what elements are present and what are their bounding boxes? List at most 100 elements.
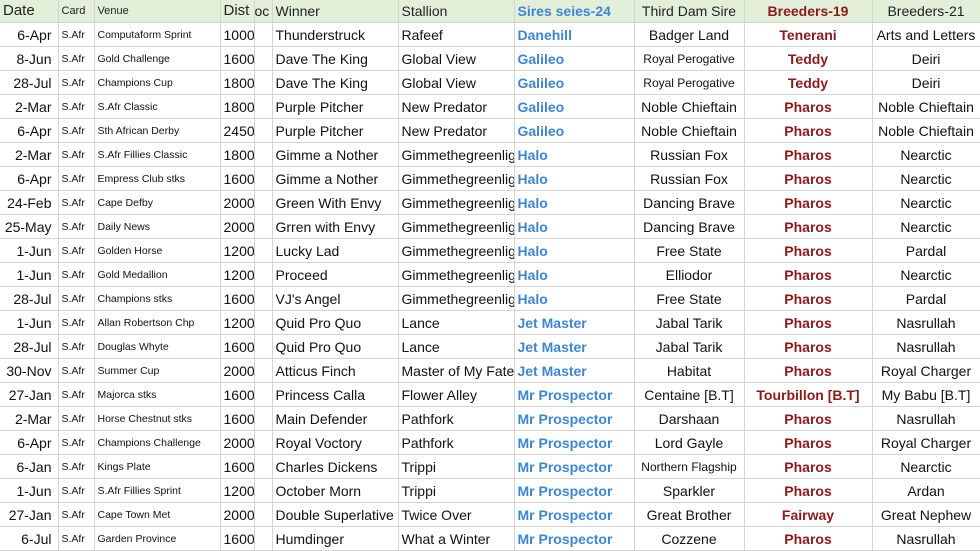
cell-date[interactable]: 2-Mar bbox=[0, 142, 59, 167]
cell-dist[interactable]: 2000 bbox=[220, 502, 255, 527]
cell-stallion[interactable]: Lance bbox=[398, 310, 515, 335]
cell-card[interactable]: S.Afr bbox=[58, 22, 95, 47]
cell-sire[interactable]: Mr Prospector bbox=[514, 430, 635, 455]
cell-third-dam-sire[interactable]: Dancing Brave bbox=[634, 214, 745, 239]
cell-date[interactable]: 27-Jan bbox=[0, 382, 59, 407]
cell-venue[interactable]: Horse Chestnut stks bbox=[94, 406, 221, 431]
cell-sire[interactable]: Mr Prospector bbox=[514, 382, 635, 407]
cell-breeders-21[interactable]: Arts and Letters bbox=[872, 22, 980, 47]
cell-sire[interactable]: Jet Master bbox=[514, 310, 635, 335]
cell-date[interactable]: 6-Jan bbox=[0, 454, 59, 479]
cell-venue[interactable]: S.Afr Fillies Sprint bbox=[94, 478, 221, 503]
cell-breeders-21[interactable]: My Babu [B.T] bbox=[872, 382, 980, 407]
cell-third-dam-sire[interactable]: Northern Flagship bbox=[634, 454, 745, 479]
cell-winner[interactable]: Quid Pro Quo bbox=[272, 310, 399, 335]
cell-oc[interactable] bbox=[254, 478, 273, 503]
cell-winner[interactable]: Royal Voctory bbox=[272, 430, 399, 455]
cell-sire[interactable]: Jet Master bbox=[514, 358, 635, 383]
cell-third-dam-sire[interactable]: Jabal Tarik bbox=[634, 334, 745, 359]
col-header-sires[interactable]: Sires seies-24 bbox=[514, 0, 635, 23]
cell-winner[interactable]: Gimme a Nother bbox=[272, 166, 399, 191]
cell-venue[interactable]: S.Afr Classic bbox=[94, 94, 221, 119]
cell-breeders-21[interactable]: Nearctic bbox=[872, 190, 980, 215]
cell-breeders-19[interactable]: Pharos bbox=[744, 358, 873, 383]
cell-third-dam-sire[interactable]: Centaine [B.T] bbox=[634, 382, 745, 407]
cell-stallion[interactable]: Gimmethegreenlight bbox=[398, 238, 515, 263]
cell-breeders-19[interactable]: Tourbillon [B.T] bbox=[744, 382, 873, 407]
cell-breeders-19[interactable]: Pharos bbox=[744, 310, 873, 335]
cell-venue[interactable]: Cape Defby bbox=[94, 190, 221, 215]
cell-card[interactable]: S.Afr bbox=[58, 310, 95, 335]
cell-breeders-19[interactable]: Pharos bbox=[744, 478, 873, 503]
cell-dist[interactable]: 1000 bbox=[220, 22, 255, 47]
cell-venue[interactable]: Cape Town Met bbox=[94, 502, 221, 527]
cell-third-dam-sire[interactable]: Russian Fox bbox=[634, 166, 745, 191]
cell-card[interactable]: S.Afr bbox=[58, 142, 95, 167]
col-header-breeders-21[interactable]: Breeders-21 bbox=[872, 0, 980, 23]
cell-venue[interactable]: Golden Horse bbox=[94, 238, 221, 263]
cell-stallion[interactable]: Pathfork bbox=[398, 430, 515, 455]
cell-breeders-19[interactable]: Pharos bbox=[744, 454, 873, 479]
cell-winner[interactable]: Charles Dickens bbox=[272, 454, 399, 479]
cell-date[interactable]: 6-Jul bbox=[0, 526, 59, 551]
cell-winner[interactable]: Purple Pitcher bbox=[272, 94, 399, 119]
cell-winner[interactable]: Dave The King bbox=[272, 46, 399, 71]
cell-venue[interactable]: Douglas Whyte bbox=[94, 334, 221, 359]
cell-oc[interactable] bbox=[254, 142, 273, 167]
cell-date[interactable]: 24-Feb bbox=[0, 190, 59, 215]
cell-sire[interactable]: Galileo bbox=[514, 46, 635, 71]
cell-dist[interactable]: 1200 bbox=[220, 478, 255, 503]
cell-breeders-19[interactable]: Pharos bbox=[744, 286, 873, 311]
cell-breeders-19[interactable]: Pharos bbox=[744, 430, 873, 455]
cell-winner[interactable]: Lucky Lad bbox=[272, 238, 399, 263]
cell-card[interactable]: S.Afr bbox=[58, 118, 95, 143]
col-header-breeders-19[interactable]: Breeders-19 bbox=[744, 0, 873, 23]
cell-sire[interactable]: Halo bbox=[514, 190, 635, 215]
cell-date[interactable]: 6-Apr bbox=[0, 22, 59, 47]
cell-dist[interactable]: 1200 bbox=[220, 262, 255, 287]
cell-oc[interactable] bbox=[254, 118, 273, 143]
cell-oc[interactable] bbox=[254, 70, 273, 95]
cell-stallion[interactable]: Gimmethegreenlight bbox=[398, 214, 515, 239]
cell-third-dam-sire[interactable]: Free State bbox=[634, 286, 745, 311]
cell-breeders-21[interactable]: Nearctic bbox=[872, 214, 980, 239]
cell-stallion[interactable]: New Predator bbox=[398, 94, 515, 119]
cell-dist[interactable]: 2000 bbox=[220, 358, 255, 383]
cell-breeders-19[interactable]: Pharos bbox=[744, 142, 873, 167]
cell-oc[interactable] bbox=[254, 430, 273, 455]
cell-third-dam-sire[interactable]: Royal Perogative bbox=[634, 70, 745, 95]
cell-third-dam-sire[interactable]: Cozzene bbox=[634, 526, 745, 551]
cell-breeders-19[interactable]: Pharos bbox=[744, 214, 873, 239]
cell-winner[interactable]: October Morn bbox=[272, 478, 399, 503]
cell-sire[interactable]: Mr Prospector bbox=[514, 502, 635, 527]
col-header-dist[interactable]: Dist bbox=[220, 0, 255, 23]
cell-date[interactable]: 25-May bbox=[0, 214, 59, 239]
cell-venue[interactable]: Champions Challenge bbox=[94, 430, 221, 455]
cell-dist[interactable]: 1600 bbox=[220, 46, 255, 71]
cell-date[interactable]: 1-Jun bbox=[0, 310, 59, 335]
cell-card[interactable]: S.Afr bbox=[58, 334, 95, 359]
cell-venue[interactable]: Gold Challenge bbox=[94, 46, 221, 71]
cell-sire[interactable]: Mr Prospector bbox=[514, 454, 635, 479]
cell-stallion[interactable]: Global View bbox=[398, 70, 515, 95]
cell-oc[interactable] bbox=[254, 502, 273, 527]
col-header-stallion[interactable]: Stallion bbox=[398, 0, 515, 23]
cell-sire[interactable]: Danehill bbox=[514, 22, 635, 47]
cell-sire[interactable]: Halo bbox=[514, 238, 635, 263]
cell-oc[interactable] bbox=[254, 166, 273, 191]
cell-dist[interactable]: 2450 bbox=[220, 118, 255, 143]
cell-date[interactable]: 2-Mar bbox=[0, 406, 59, 431]
cell-breeders-21[interactable]: Noble Chieftain bbox=[872, 94, 980, 119]
col-header-third-dam-sire[interactable]: Third Dam Sire bbox=[634, 0, 745, 23]
cell-dist[interactable]: 2000 bbox=[220, 430, 255, 455]
cell-breeders-21[interactable]: Royal Charger bbox=[872, 358, 980, 383]
cell-venue[interactable]: Gold Medallion bbox=[94, 262, 221, 287]
cell-oc[interactable] bbox=[254, 94, 273, 119]
cell-third-dam-sire[interactable]: Darshaan bbox=[634, 406, 745, 431]
cell-third-dam-sire[interactable]: Sparkler bbox=[634, 478, 745, 503]
cell-breeders-19[interactable]: Pharos bbox=[744, 190, 873, 215]
cell-breeders-19[interactable]: Pharos bbox=[744, 406, 873, 431]
col-header-card[interactable]: Card bbox=[58, 0, 95, 23]
cell-venue[interactable]: Majorca stks bbox=[94, 382, 221, 407]
cell-card[interactable]: S.Afr bbox=[58, 430, 95, 455]
